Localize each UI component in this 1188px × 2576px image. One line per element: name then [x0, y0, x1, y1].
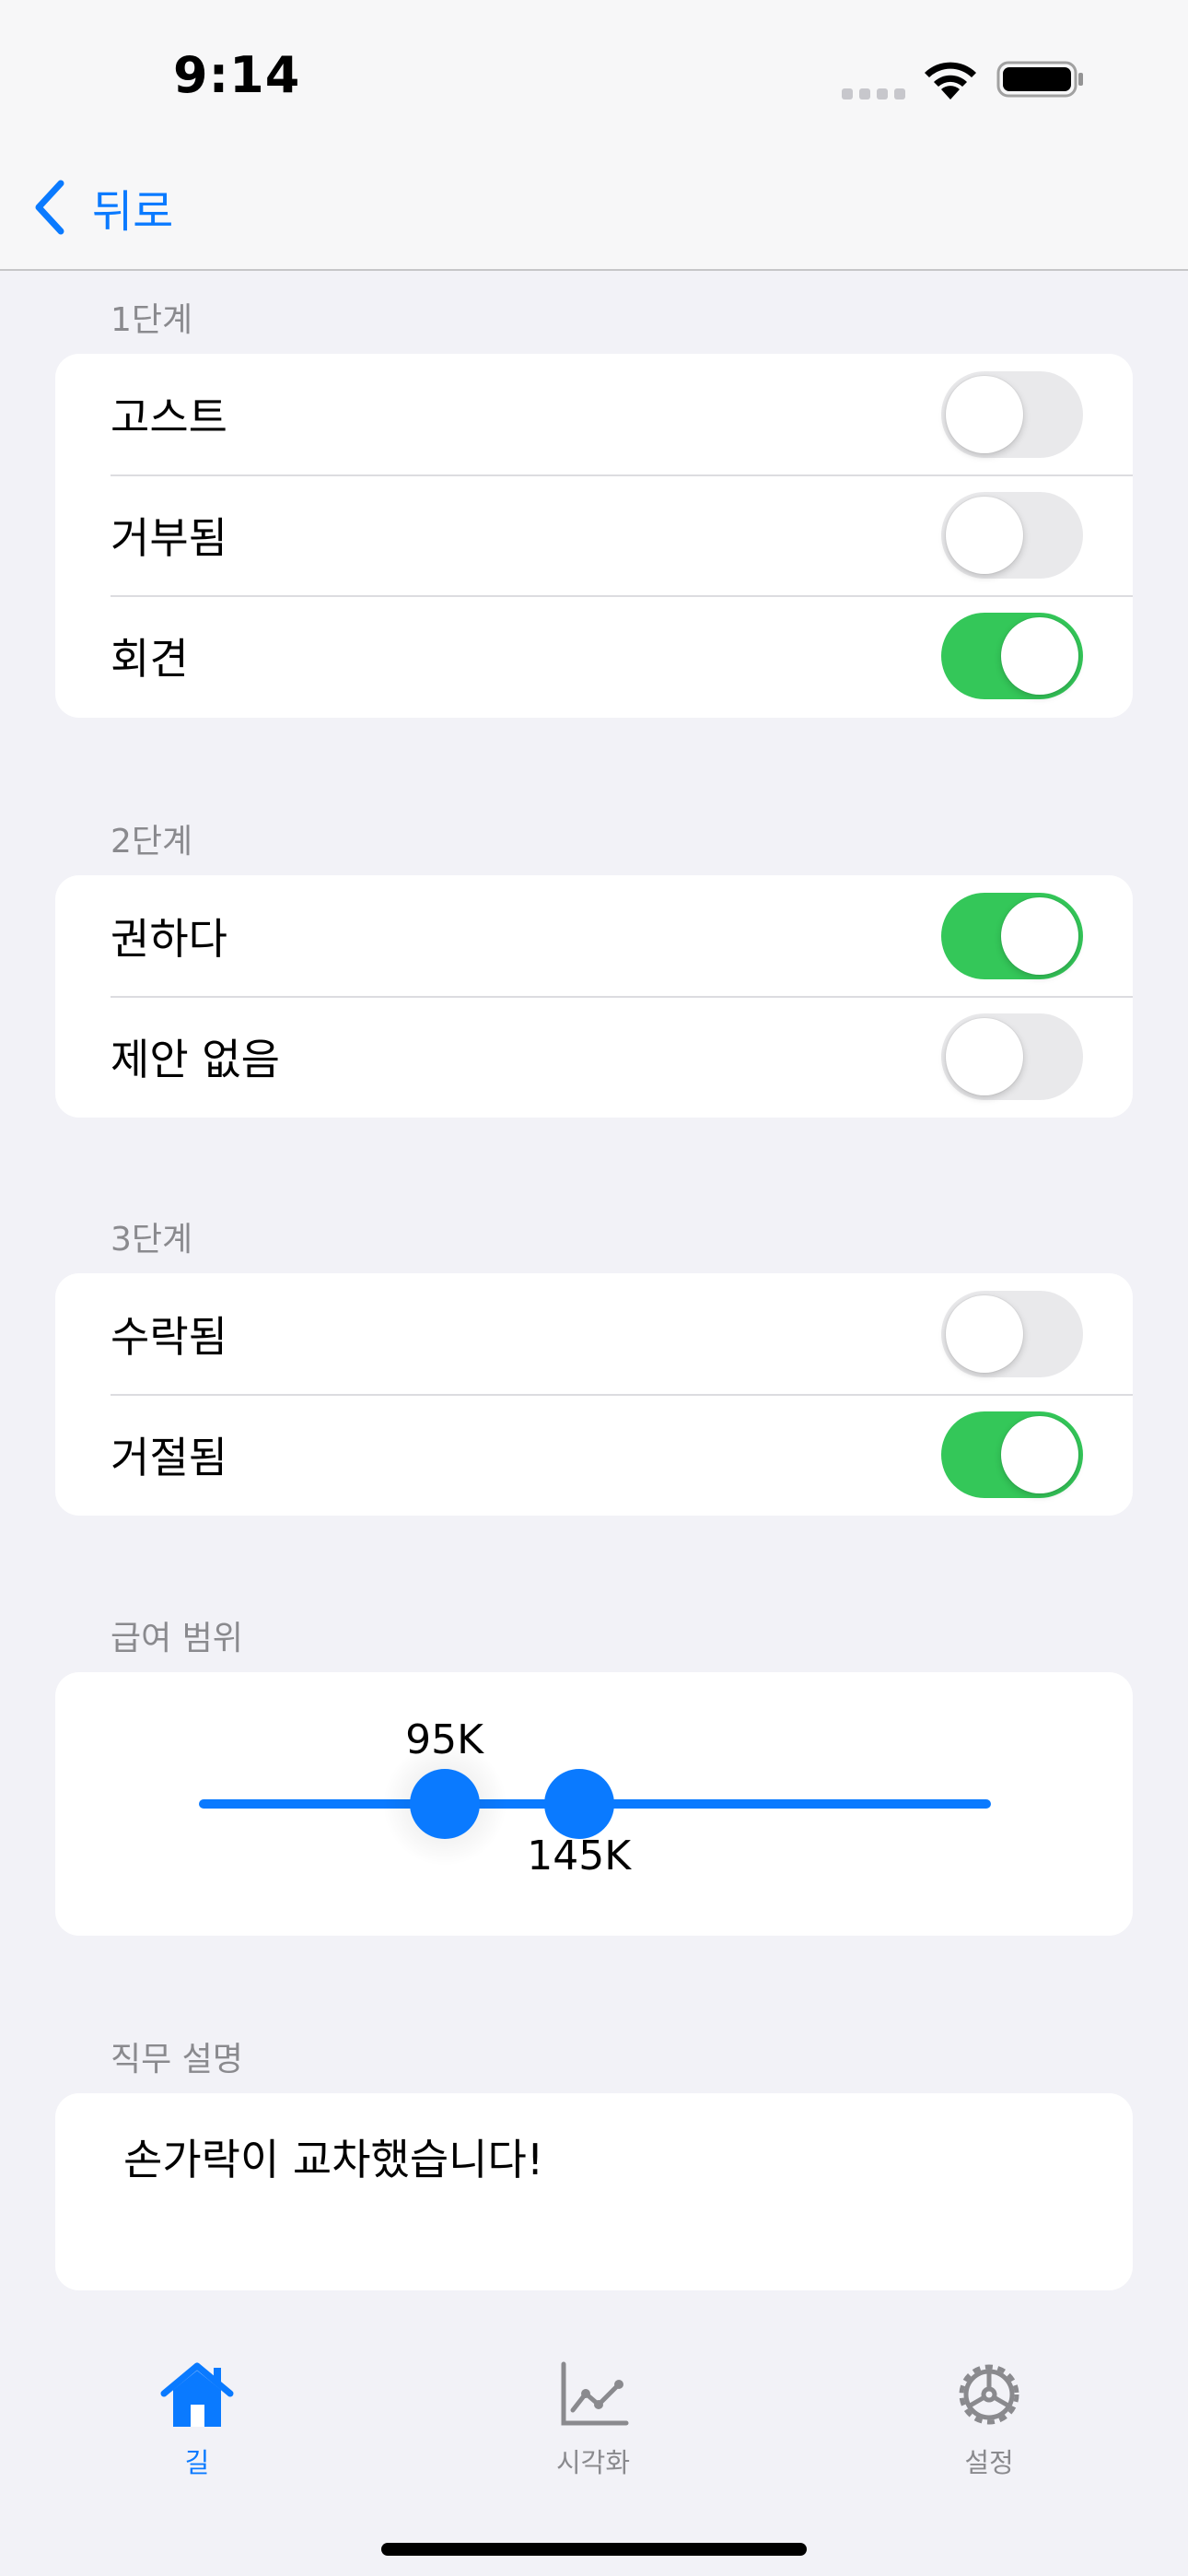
range-slider-low-thumb[interactable]: [409, 1769, 480, 1839]
tab-label: 시각화: [555, 2447, 631, 2478]
row-label: 거절됨: [111, 1432, 227, 1482]
toggle-switch[interactable]: [941, 612, 1083, 699]
back-label: 뒤로: [92, 186, 174, 238]
row-label: 회견: [111, 633, 189, 684]
section-header-stage1: 1단계: [111, 301, 193, 339]
row-label: 거부됨: [111, 512, 227, 563]
row-label: 고스트: [111, 392, 227, 442]
section-header-description: 직무 설명: [111, 2041, 243, 2078]
toggle-row-rejected: 거부됨: [55, 474, 1133, 595]
stage3-card: 수락됨 거절됨: [55, 1273, 1133, 1516]
toggle-row-accepted: 수락됨: [55, 1273, 1133, 1394]
toggle-row-declined: 거절됨: [55, 1394, 1133, 1515]
toggle-switch[interactable]: [941, 491, 1083, 579]
toggle-row-no-offer: 제안 없음: [55, 996, 1133, 1117]
battery-icon: [996, 61, 1083, 98]
status-time: 9:14: [173, 46, 301, 104]
house-icon: [160, 2362, 234, 2427]
tab-label: 길: [184, 2447, 210, 2478]
salary-high-label: 145K: [527, 1832, 632, 1879]
salary-low-label: 95K: [405, 1716, 483, 1763]
toggle-knob: [946, 1294, 1023, 1373]
section-header-salary: 급여 범위: [111, 1620, 243, 1657]
wifi-icon: [925, 62, 976, 100]
toggle-knob: [946, 496, 1023, 574]
range-slider-high-thumb[interactable]: [543, 1769, 614, 1839]
tab-home[interactable]: 길: [105, 2359, 289, 2488]
job-description-text: 손가락이 교차했습니다!: [123, 2135, 544, 2184]
chart-icon: [561, 2361, 629, 2426]
tab-settings[interactable]: 설정: [897, 2359, 1081, 2488]
toggle-switch[interactable]: [941, 892, 1083, 979]
toggle-switch[interactable]: [941, 1013, 1083, 1100]
section-header-stage2: 2단계: [111, 823, 193, 861]
toggle-row-offer: 권하다: [55, 875, 1133, 996]
back-button[interactable]: 뒤로: [31, 175, 173, 240]
gear-icon: [959, 2364, 1019, 2425]
chevron-left-icon: [35, 180, 64, 235]
toggle-knob: [1001, 896, 1078, 975]
stage1-card: 고스트 거부됨 회견: [55, 354, 1133, 718]
toggle-switch[interactable]: [941, 1411, 1083, 1498]
job-description-field[interactable]: 손가락이 교차했습니다!: [55, 2093, 1133, 2290]
toggle-switch[interactable]: [941, 1290, 1083, 1377]
tab-visualization[interactable]: 시각화: [501, 2359, 685, 2488]
toggle-row-interview: 회견: [55, 595, 1133, 716]
toggle-knob: [946, 1017, 1023, 1095]
section-header-stage3: 3단계: [111, 1221, 193, 1259]
salary-range-card: 95K 145K: [55, 1672, 1133, 1936]
stage2-card: 권하다 제안 없음: [55, 875, 1133, 1118]
navigation-bar: 9:14 뒤로: [0, 0, 1188, 271]
home-indicator: [381, 2543, 807, 2556]
toggle-switch[interactable]: [941, 370, 1083, 458]
row-label: 수락됨: [111, 1311, 227, 1362]
tab-label: 설정: [964, 2447, 1014, 2478]
row-label: 제안 없음: [111, 1034, 280, 1084]
toggle-row-ghost: 고스트: [55, 354, 1133, 474]
row-label: 권하다: [111, 913, 227, 964]
toggle-knob: [1001, 616, 1078, 695]
toggle-knob: [1001, 1415, 1078, 1493]
cellular-signal-icon: [842, 88, 906, 100]
toggle-knob: [946, 375, 1023, 453]
